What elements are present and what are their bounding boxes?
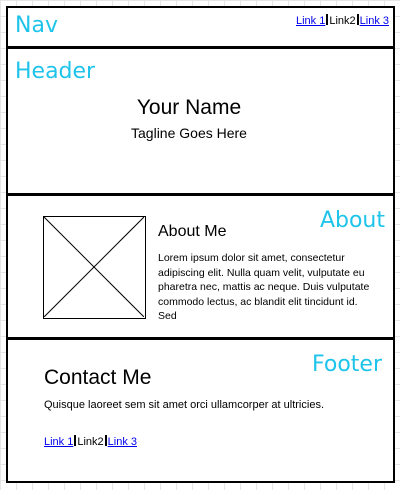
nav-link-1[interactable]: Link 1 bbox=[296, 15, 325, 27]
nav-separator bbox=[356, 14, 359, 25]
about-section: About About Me Lorem ipsum dolor sit ame… bbox=[8, 196, 393, 337]
footer-links: Link 1 Link2 Link 3 bbox=[44, 435, 137, 449]
nav-section: Nav Link 1 Link2 Link 3 bbox=[8, 8, 393, 46]
site-name: Your Name bbox=[136, 96, 242, 119]
footer-separator bbox=[104, 435, 107, 446]
footer-link-1[interactable]: Link 1 bbox=[44, 436, 73, 448]
footer-section: Footer Contact Me Quisque laoreet sem si… bbox=[8, 340, 393, 481]
about-title: About Me bbox=[158, 223, 227, 240]
about-annotation: About bbox=[319, 208, 385, 233]
nav-annotation: Nav bbox=[15, 13, 58, 38]
header-annotation: Header bbox=[15, 59, 96, 84]
footer-link-2-active[interactable]: Link2 bbox=[77, 436, 103, 448]
image-placeholder-icon bbox=[43, 216, 146, 319]
tagline: Tagline Goes Here bbox=[131, 125, 247, 141]
nav-link-2-active[interactable]: Link2 bbox=[329, 15, 355, 27]
footer-link-3[interactable]: Link 3 bbox=[108, 436, 137, 448]
footer-annotation: Footer bbox=[312, 352, 382, 377]
contact-title: Contact Me bbox=[44, 366, 152, 389]
nav-links: Link 1 Link2 Link 3 bbox=[296, 14, 389, 28]
about-body: Lorem ipsum dolor sit amet, consectetur … bbox=[158, 252, 370, 322]
wireframe-frame: Nav Link 1 Link2 Link 3 Header Your Name T… bbox=[6, 6, 395, 483]
nav-link-3[interactable]: Link 3 bbox=[360, 15, 389, 27]
contact-text: Quisque laoreet sem sit amet orci ullamc… bbox=[44, 399, 324, 411]
header-section: Header Your Name Tagline Goes Here bbox=[8, 49, 393, 193]
